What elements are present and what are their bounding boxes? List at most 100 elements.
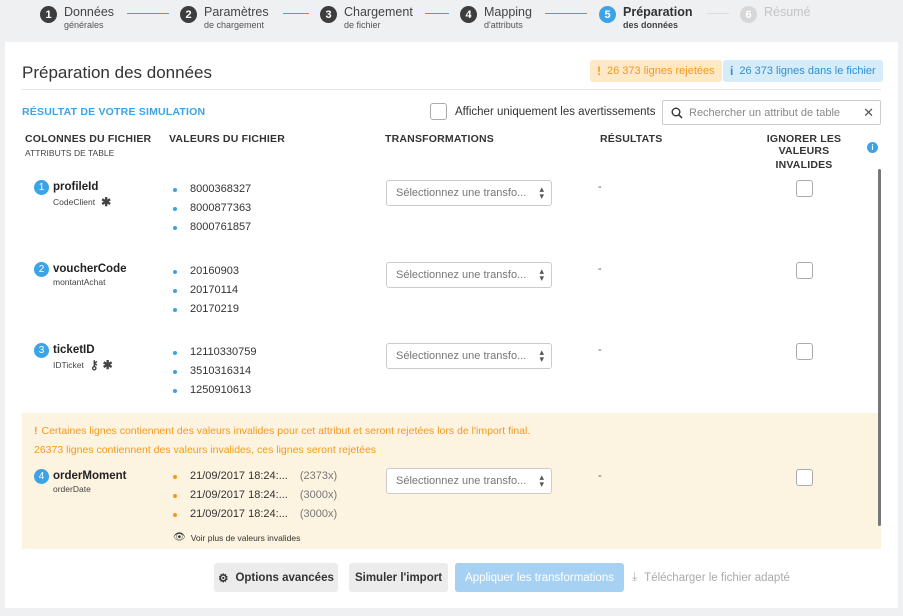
clear-search-icon[interactable]: ✕	[863, 105, 874, 121]
transformation-select[interactable]: Sélectionnez une transfo... ▴ ▾	[386, 343, 552, 369]
step-title: Chargement	[344, 5, 413, 19]
file-value: 8000877363	[173, 199, 251, 218]
preparation-card: Préparation des données ! 26 373 lignes …	[5, 42, 898, 608]
ignore-invalid-checkbox[interactable]	[796, 469, 813, 486]
row-number: 2	[34, 262, 49, 277]
header-ignore-invalid: IGNORER LES VALEURS INVALIDES	[745, 133, 863, 171]
transformation-select[interactable]: Sélectionnez une transfo... ▴ ▾	[386, 262, 552, 288]
file-value: 20170219	[173, 300, 239, 319]
bullet-icon	[173, 225, 177, 230]
attribute-search: ✕	[662, 100, 881, 125]
file-values-list: 20160903 20170114 20170219	[173, 262, 239, 319]
step-number: 6	[740, 6, 757, 23]
step-connector	[425, 13, 449, 14]
step-subtitle: d'attributs	[484, 20, 523, 30]
table-attribute: IDTicket ⚷ ✱	[53, 358, 113, 372]
search-input[interactable]	[689, 106, 859, 119]
bullet-icon	[173, 269, 177, 274]
bullet-icon	[173, 187, 177, 192]
file-value: 8000761857	[173, 218, 251, 237]
bullet-icon	[173, 206, 177, 211]
page-title: Préparation des données	[22, 63, 212, 82]
step-subtitle: des données	[623, 20, 679, 30]
step-parametres-chargement[interactable]: 2 Paramètres de chargement	[180, 5, 269, 31]
step-subtitle: générales	[64, 20, 104, 30]
step-number: 5	[599, 6, 616, 23]
ignore-info-icon[interactable]: i	[867, 142, 878, 153]
file-value-text: 8000368327	[190, 183, 252, 195]
simulation-title: RÉSULTAT DE VOTRE SIMULATION	[22, 106, 206, 118]
transformation-select-placeholder: Sélectionnez une transfo...	[396, 187, 527, 199]
warning-line2: 26373 lignes contiennent des valeurs inv…	[34, 444, 377, 456]
warning-icon: !	[597, 64, 601, 78]
result-value: -	[598, 181, 602, 193]
value-count: (3000x)	[299, 489, 338, 501]
transformation-select[interactable]: Sélectionnez une transfo... ▴ ▾	[386, 468, 552, 494]
show-more-invalid-link[interactable]: 👁 Voir plus de valeurs invalides	[173, 532, 300, 543]
file-values-list: 8000368327 8000877363 8000761857	[173, 180, 251, 237]
step-number: 4	[460, 6, 477, 23]
apply-transformations-button[interactable]: Appliquer les transformations	[455, 563, 624, 592]
eye-icon: 👁	[173, 532, 186, 543]
select-arrows-icon: ▴ ▾	[539, 266, 544, 283]
select-arrows-icon: ▴ ▾	[539, 184, 544, 201]
step-title: Résumé	[764, 5, 811, 19]
file-column-name: voucherCode	[53, 263, 127, 275]
row-number: 3	[34, 343, 49, 358]
bullet-icon	[173, 474, 177, 479]
select-arrows-icon: ▴ ▾	[539, 472, 544, 489]
download-adapted-file-button[interactable]: ⤓ Télécharger le fichier adapté	[629, 563, 793, 592]
warnings-only-toggle[interactable]: Afficher uniquement les avertissements	[430, 103, 656, 120]
step-connector	[127, 13, 169, 14]
step-number: 2	[180, 6, 197, 23]
table-attribute-name: CodeClient	[53, 197, 96, 207]
required-asterisk-icon: ✱	[102, 358, 113, 372]
show-more-invalid-text: Voir plus de valeurs invalides	[190, 532, 301, 543]
key-icon: ⚷	[89, 358, 99, 372]
table-attribute: orderDate	[53, 484, 91, 494]
file-value: 12110330759	[173, 343, 256, 362]
file-column-name: ticketID	[53, 344, 95, 356]
file-value: 21/09/2017 18:24:... (2373x)	[173, 467, 337, 486]
wizard-stepper: 1 Données générales 2 Paramètres de charge…	[0, 0, 903, 42]
simulate-import-label: Simuler l'import	[354, 571, 443, 584]
warning-icon: !	[34, 425, 38, 437]
ignore-invalid-checkbox[interactable]	[796, 343, 813, 360]
step-connector	[283, 13, 309, 14]
table-attribute: CodeClient ✱	[53, 195, 111, 209]
simulate-import-button[interactable]: Simuler l'import	[349, 563, 448, 592]
warning-message: ! Certaines lignes contiennent des valeur…	[34, 425, 530, 437]
step-title: Mapping	[484, 5, 532, 19]
transformation-select[interactable]: Sélectionnez une transfo... ▴ ▾	[386, 180, 552, 206]
ignore-invalid-checkbox[interactable]	[796, 180, 813, 197]
header-table-attributes: ATTRIBUTS DE TABLE	[25, 148, 115, 158]
file-value-text: 8000761857	[190, 221, 252, 233]
row-number: 4	[34, 469, 49, 484]
warnings-only-checkbox[interactable]	[430, 103, 447, 120]
file-value-text: 8000877363	[190, 202, 252, 214]
transformation-select-placeholder: Sélectionnez une transfo...	[396, 350, 527, 362]
step-number: 3	[320, 6, 337, 23]
step-mapping-attributs[interactable]: 4 Mapping d'attributs	[460, 5, 532, 31]
bullet-icon	[173, 512, 177, 517]
file-value-text: 12110330759	[190, 346, 257, 358]
step-preparation-donnees[interactable]: 5 Préparation des données	[599, 5, 692, 31]
file-value-text: 20160903	[190, 265, 239, 277]
file-value-text: 1250910613	[190, 384, 252, 396]
advanced-options-label: Options avancées	[235, 571, 334, 584]
rejected-lines-badge: ! 26 373 lignes rejetées	[590, 60, 722, 82]
bullet-icon	[173, 350, 177, 355]
step-donnees-generales[interactable]: 1 Données générales	[40, 5, 114, 31]
advanced-options-button[interactable]: ⚙ Options avancées	[214, 563, 338, 592]
step-chargement-fichier[interactable]: 3 Chargement de fichier	[320, 5, 413, 31]
warning-line1: Certaines lignes contiennent des valeurs…	[41, 425, 531, 437]
gear-icon: ⚙	[218, 572, 229, 585]
step-subtitle: de chargement	[204, 20, 265, 30]
step-connector	[707, 13, 729, 14]
vertical-scrollbar[interactable]	[878, 169, 881, 526]
ignore-invalid-checkbox[interactable]	[796, 262, 813, 279]
step-number: 1	[40, 6, 57, 23]
transformation-select-placeholder: Sélectionnez une transfo...	[396, 475, 527, 487]
file-value: 21/09/2017 18:24:... (3000x)	[173, 486, 337, 505]
file-column-name: orderMoment	[53, 470, 127, 482]
